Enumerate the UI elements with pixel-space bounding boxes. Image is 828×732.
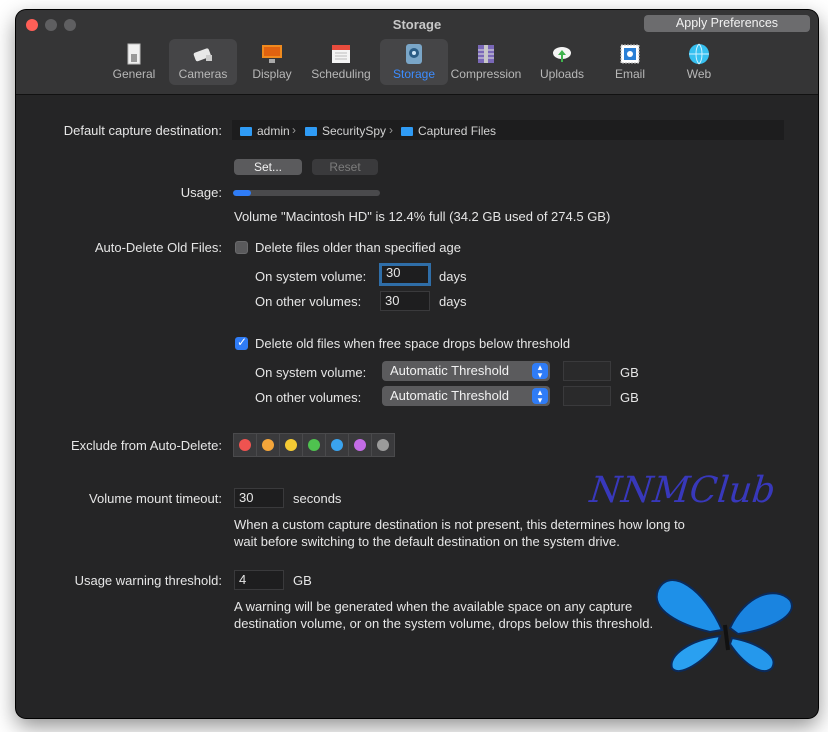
- folder-icon: [305, 127, 317, 136]
- warning-threshold-input[interactable]: 4: [234, 570, 284, 590]
- compress-icon: [478, 45, 494, 63]
- capture-path-control[interactable]: admin › SecuritySpy › Captured Files: [232, 120, 784, 140]
- chevron-right-icon: ›: [389, 123, 393, 137]
- age-system-days-unit: days: [439, 269, 467, 284]
- mount-timeout-input[interactable]: 30: [234, 488, 284, 508]
- color-dot-icon: [308, 439, 320, 451]
- warning-note-line1: A warning will be generated when the ava…: [234, 599, 633, 614]
- age-other-days-input[interactable]: 30: [380, 291, 430, 311]
- globe-icon: [689, 43, 709, 65]
- color-tag-cell[interactable]: [349, 434, 372, 456]
- color-tag-cell[interactable]: [372, 434, 394, 456]
- threshold-other-label: On other volumes:: [255, 390, 362, 405]
- set-destination-button[interactable]: Set...: [234, 159, 302, 175]
- age-other-volumes-label: On other volumes:: [255, 294, 362, 309]
- warning-threshold-label: Usage warning threshold:: [74, 573, 222, 588]
- path-item-securityspy[interactable]: SecuritySpy: [305, 124, 386, 138]
- capture-destination-label: Default capture destination:: [63, 123, 222, 138]
- general-switch-icon: [127, 43, 141, 65]
- color-tag-cell[interactable]: [303, 434, 326, 456]
- threshold-system-popup[interactable]: Automatic Threshold ▴ ▾: [382, 361, 550, 381]
- chevron-right-icon: ›: [292, 123, 296, 137]
- folder-icon: [240, 127, 252, 136]
- threshold-other-gb-unit: GB: [620, 390, 639, 405]
- color-tag-cell[interactable]: [257, 434, 280, 456]
- tab-email[interactable]: Email: [596, 39, 664, 85]
- mount-timeout-note-line2: wait before switching to the default des…: [234, 534, 620, 549]
- up-down-chevron-icon: ▴ ▾: [532, 363, 548, 380]
- reset-destination-button[interactable]: Reset: [312, 159, 378, 175]
- warning-note-line2: destination volume, or on the system vol…: [234, 616, 654, 631]
- color-dot-icon: [377, 439, 389, 451]
- mount-timeout-unit: seconds: [293, 491, 342, 506]
- threshold-system-label: On system volume:: [255, 365, 367, 380]
- exclude-color-tags: [233, 433, 395, 457]
- color-tag-cell[interactable]: [234, 434, 257, 456]
- hard-drive-icon: [406, 44, 422, 64]
- calendar-icon: [332, 45, 350, 63]
- tab-display[interactable]: Display: [238, 39, 306, 85]
- watermark-text: NNMClub: [587, 470, 778, 511]
- threshold-system-gb-unit: GB: [620, 365, 639, 380]
- color-dot-icon: [239, 439, 251, 451]
- color-tag-cell[interactable]: [326, 434, 349, 456]
- tab-general[interactable]: General: [100, 39, 168, 85]
- threshold-other-popup[interactable]: Automatic Threshold ▴ ▾: [382, 386, 550, 406]
- stamp-icon: [620, 44, 640, 64]
- delete-by-age-checkbox[interactable]: [235, 241, 248, 254]
- apply-preferences-button[interactable]: Apply Preferences: [644, 15, 810, 32]
- camera-icon: [193, 48, 212, 62]
- mount-timeout-label: Volume mount timeout:: [89, 491, 222, 506]
- color-tag-cell[interactable]: [280, 434, 303, 456]
- color-dot-icon: [262, 439, 274, 451]
- usage-summary: Volume "Macintosh HD" is 12.4% full (34.…: [234, 209, 611, 224]
- tab-scheduling[interactable]: Scheduling: [307, 39, 375, 85]
- usage-progress-fill: [233, 190, 252, 196]
- delete-by-age-label: Delete files older than specified age: [255, 240, 461, 255]
- tab-web[interactable]: Web: [665, 39, 733, 85]
- butterfly-image: [655, 579, 793, 673]
- path-item-captured-files[interactable]: Captured Files: [401, 124, 496, 138]
- delete-by-space-label: Delete old files when free space drops b…: [255, 336, 571, 351]
- age-system-volume-label: On system volume:: [255, 269, 367, 284]
- tab-compression[interactable]: Compression: [451, 39, 521, 85]
- tab-storage[interactable]: Storage: [380, 39, 448, 85]
- display-icon: [262, 45, 282, 63]
- tab-label: Web: [686, 67, 712, 81]
- age-system-days-input[interactable]: 30: [379, 263, 431, 286]
- color-dot-icon: [331, 439, 343, 451]
- mount-timeout-note-line1: When a custom capture destination is not…: [234, 517, 685, 532]
- toolbar: Storage Apply Preferences General Cameras…: [16, 10, 818, 95]
- age-other-days-unit: days: [439, 294, 467, 309]
- path-item-admin[interactable]: admin: [240, 124, 290, 138]
- color-dot-icon: [285, 439, 297, 451]
- delete-by-space-checkbox[interactable]: [235, 335, 248, 350]
- warning-threshold-unit: GB: [293, 573, 312, 588]
- tab-cameras[interactable]: Cameras: [169, 39, 237, 85]
- threshold-system-gb-input[interactable]: [563, 361, 611, 381]
- tab-label: Compression: [450, 67, 522, 81]
- usage-label: Usage:: [180, 185, 222, 200]
- auto-delete-label: Auto-Delete Old Files:: [94, 240, 222, 255]
- usage-progress-bar: [233, 190, 380, 196]
- threshold-other-gb-input[interactable]: [563, 386, 611, 406]
- folder-icon: [401, 127, 413, 136]
- up-down-chevron-icon: ▴ ▾: [532, 388, 548, 405]
- exclude-label: Exclude from Auto-Delete:: [70, 438, 222, 453]
- cloud-upload-icon: [553, 47, 571, 62]
- color-dot-icon: [354, 439, 366, 451]
